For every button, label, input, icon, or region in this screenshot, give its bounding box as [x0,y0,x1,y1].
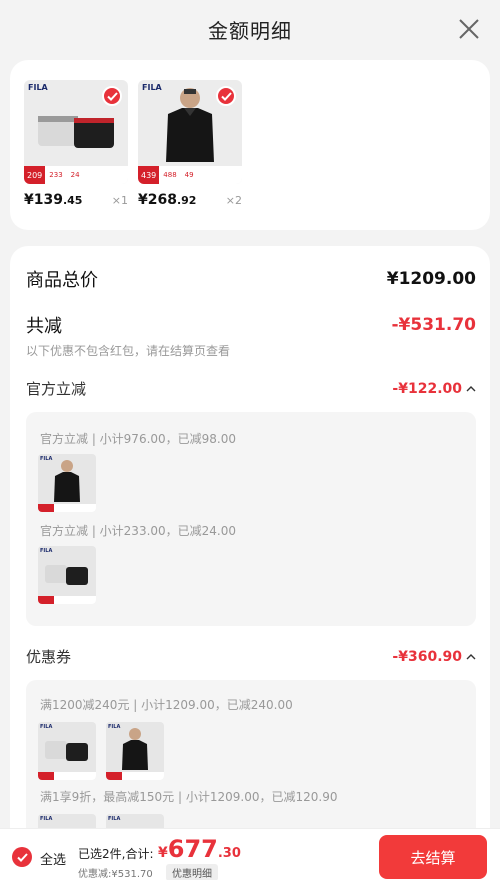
brand-logo: FILA [142,83,162,92]
total-discount-label: 共减 [26,316,62,337]
coupon-line-1: 满1200减240元 | 小计1209.00，已减240.00 [40,698,293,712]
chevron-up-icon [466,385,476,391]
select-all-label[interactable]: 全选 [40,849,66,868]
official-discount-row[interactable]: 官方立减 -¥122.00 [26,378,476,399]
total-price-row: 商品总价 ¥1209.00 [26,266,476,292]
price-detail-card: 商品总价 ¥1209.00 共减 -¥531.70 以下优惠不包含红包，请在结算… [10,246,490,880]
mini-product-underwear: FILA [38,722,96,780]
product-qty: ×1 [111,194,128,207]
mini-product-polo: FILA [38,454,96,512]
product-image: FILA 209 233 24 [24,80,128,184]
selected-products-card: FILA 209 233 24 ¥139.45 ×1 FILA 439 488 … [10,60,490,230]
product-item[interactable]: FILA 209 233 24 ¥139.45 ×1 [24,80,128,208]
coupon-line-2: 满1享9折，最高减150元 | 小计1209.00，已减120.90 [40,790,338,804]
discount-detail-button[interactable]: 优惠明细 [166,864,218,880]
underwear-image [38,116,114,148]
checkout-bar: 全选 已选2件,合计: ¥677.30 优惠减:¥531.70 优惠明细 去结算 [0,828,500,880]
check-icon[interactable] [216,86,236,106]
coupon-label: 优惠券 [26,648,72,666]
price-tag-strip: 439 488 49 [138,166,242,184]
total-price-label: 商品总价 [26,270,98,291]
official-line-2: 官方立减 | 小计233.00，已减24.00 [40,524,237,538]
product-price: ¥268.92 [138,192,197,208]
polo-model-image [166,88,214,162]
official-line-1: 官方立减 | 小计976.00，已减98.00 [40,432,237,446]
selected-count-text: 已选2件,合计: [78,847,154,861]
mini-product-polo: FILA [106,722,164,780]
brand-logo: FILA [28,83,48,92]
total-discount-value: -¥531.70 [391,315,477,335]
discount-summary: 优惠减:¥531.70 [78,869,153,880]
coupon-row[interactable]: 优惠券 -¥360.90 [26,646,476,667]
mini-product-underwear: FILA [38,546,96,604]
select-all-checkbox[interactable] [12,847,32,867]
discount-note: 以下优惠不包含红包，请在结算页查看 [26,344,231,358]
close-icon[interactable] [456,16,482,42]
official-discount-value: -¥122.00 [392,381,476,397]
total-price-value: ¥1209.00 [386,269,476,289]
official-discount-detail: 官方立减 | 小计976.00，已减98.00 FILA 官方立减 | 小计23… [26,412,476,626]
product-item[interactable]: FILA 439 488 49 ¥268.92 ×2 [138,80,242,208]
official-discount-label: 官方立减 [26,380,87,398]
coupon-value: -¥360.90 [392,649,476,665]
check-icon [16,852,28,862]
chevron-up-icon [466,653,476,659]
checkout-button[interactable]: 去结算 [379,835,487,879]
grand-total: ¥677.30 [158,835,241,863]
product-image: FILA 439 488 49 [138,80,242,184]
price-tag-strip: 209 233 24 [24,166,128,184]
total-discount-row: 共减 -¥531.70 [26,312,476,338]
page-title: 金额明细 [208,18,292,43]
product-qty: ×2 [225,194,242,207]
header: 金额明细 [0,0,500,58]
product-price: ¥139.45 [24,192,83,208]
check-icon[interactable] [102,86,122,106]
